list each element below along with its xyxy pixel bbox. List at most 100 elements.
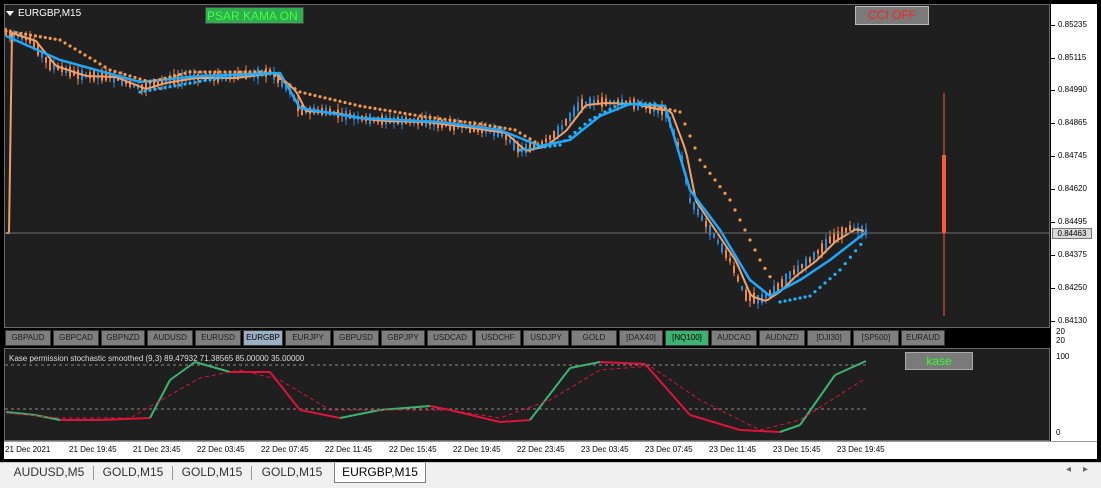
symbol-button-gbpusd[interactable]: GBPUSD	[333, 330, 379, 346]
psar-dot	[213, 70, 217, 74]
psar-dot	[173, 84, 177, 88]
psar-dot	[538, 145, 542, 150]
symbol-button-dax40[interactable]: [DAX40]	[619, 330, 663, 346]
symbol-button-gbpcad[interactable]: GBPCAD	[53, 330, 99, 346]
symbol-button-eurgbp[interactable]: EURGBP	[243, 330, 283, 346]
candle-body	[45, 57, 47, 63]
symbol-button-gbpaud[interactable]: GBPAUD	[5, 330, 51, 346]
time-tick-label: 22 Dec 19:45	[453, 445, 501, 454]
psar-dot	[728, 198, 732, 202]
psar-dot	[733, 208, 737, 212]
psar-dot	[63, 41, 67, 45]
stochastic-line	[194, 361, 231, 373]
symbol-button-audcad[interactable]: AUDCAD	[711, 330, 757, 346]
psar-dot	[118, 71, 122, 75]
psar-dot	[198, 79, 202, 83]
symbol-button-usdchf[interactable]: USDCHF	[475, 330, 521, 346]
candle-body	[705, 220, 707, 228]
chart-tab[interactable]: EURGBP,M15	[334, 463, 426, 483]
indicator-label: Kase permission stochastic smoothed (9,3…	[9, 354, 305, 363]
psar-dot	[613, 105, 617, 109]
symbol-button-audusd[interactable]: AUDUSD	[147, 330, 193, 346]
cci-toggle-button[interactable]: CCI OFF	[855, 6, 929, 25]
candle-body	[573, 106, 575, 117]
psar-dot	[468, 121, 472, 125]
candle-body	[821, 243, 823, 253]
psar-dot	[533, 146, 537, 150]
candle-body	[693, 202, 695, 210]
price-tick-label: 0.84250	[1058, 283, 1087, 292]
price-tick-label: 0.84990	[1058, 85, 1087, 94]
psar-dot	[208, 78, 212, 82]
symbol-button-gold[interactable]: GOLD	[571, 330, 617, 346]
candle-body	[601, 97, 603, 107]
psar-dot	[188, 70, 192, 74]
kama-line	[6, 31, 865, 302]
psar-dot	[528, 147, 532, 151]
psar-dot	[568, 135, 572, 139]
candle-body	[713, 233, 715, 239]
psar-dot	[803, 295, 807, 299]
price-tick-mark	[1051, 25, 1055, 26]
symbol-button-nq100[interactable]: [NQ100]	[665, 330, 709, 346]
kase-button[interactable]: kase	[905, 352, 973, 370]
symbol-button-gbpjpy[interactable]: GBPJPY	[381, 330, 425, 346]
time-tick-label: 21 Dec 2021	[5, 445, 51, 454]
symbol-button-dji30[interactable]: [DJI30]	[807, 330, 851, 346]
psar-dot	[588, 118, 592, 122]
indicator-axis-top: 100	[1056, 352, 1070, 361]
stochastic-line	[299, 409, 341, 419]
psar-dot	[608, 107, 612, 111]
psar-dot	[433, 116, 437, 120]
psar-dot	[338, 99, 342, 103]
psar-dot	[303, 91, 307, 95]
psar-dot	[323, 96, 327, 100]
psar-dot	[423, 115, 427, 119]
symbol-button-audnzd[interactable]: AUDNZD	[759, 330, 805, 346]
chart-menu-icon[interactable]	[6, 10, 14, 16]
psar-kama-button[interactable]: PSAR KAMA ON	[205, 7, 304, 24]
candle-body	[717, 240, 719, 244]
symbol-button-euraud[interactable]: EURAUD	[901, 330, 945, 346]
symbol-button-usdcad[interactable]: USDCAD	[427, 330, 473, 346]
chart-tab[interactable]: GOLD,M15	[174, 463, 250, 483]
psar-dot	[658, 105, 662, 110]
psar-dot	[58, 38, 62, 42]
psar-dot	[368, 106, 372, 110]
psar-dot	[238, 70, 242, 74]
psar-dot	[178, 72, 182, 77]
symbol-button-eurusd[interactable]: EURUSD	[195, 330, 241, 346]
stochastic-signal-line	[5, 365, 867, 431]
psar-dot	[123, 72, 127, 77]
psar-dot	[268, 72, 272, 76]
psar-dot	[518, 148, 522, 152]
psar-dot	[758, 258, 762, 262]
symbol-button-gbpnzd[interactable]: GBPNZD	[101, 330, 145, 346]
psar-dot	[103, 65, 107, 69]
price-tick-label: 0.84620	[1058, 184, 1087, 193]
psar-dot	[238, 73, 242, 77]
psar-dot	[703, 165, 707, 169]
candle-body	[49, 59, 51, 71]
tab-scroll-right-icon[interactable]: ▸	[1083, 464, 1088, 475]
psar-dot	[668, 108, 672, 112]
candle-body	[545, 138, 547, 143]
symbol-button-usdjpy[interactable]: USDJPY	[523, 330, 569, 346]
psar-dot	[43, 35, 47, 40]
symbol-button-eurjpy[interactable]: EURJPY	[285, 330, 331, 346]
chart-tab[interactable]: AUDUSD,M5	[6, 463, 92, 483]
symbol-button-sp500[interactable]: [SP500]	[853, 330, 899, 346]
psar-dot	[693, 146, 697, 150]
psar-dot	[483, 123, 487, 127]
psar-dot	[623, 102, 627, 106]
chart-title[interactable]: EURGBP,M15	[6, 8, 81, 19]
psar-dot	[648, 102, 652, 106]
time-tick-label: 23 Dec 19:45	[837, 445, 885, 454]
tab-scroll-left-icon[interactable]: ◂	[1066, 464, 1071, 475]
chart-tab[interactable]: GOLD,M15	[95, 463, 171, 483]
tab-separator	[93, 466, 94, 480]
candle-body	[805, 258, 807, 268]
candle-body	[301, 105, 303, 116]
chart-tab[interactable]: GOLD,M15	[254, 463, 330, 483]
price-tick-mark	[1051, 90, 1055, 91]
